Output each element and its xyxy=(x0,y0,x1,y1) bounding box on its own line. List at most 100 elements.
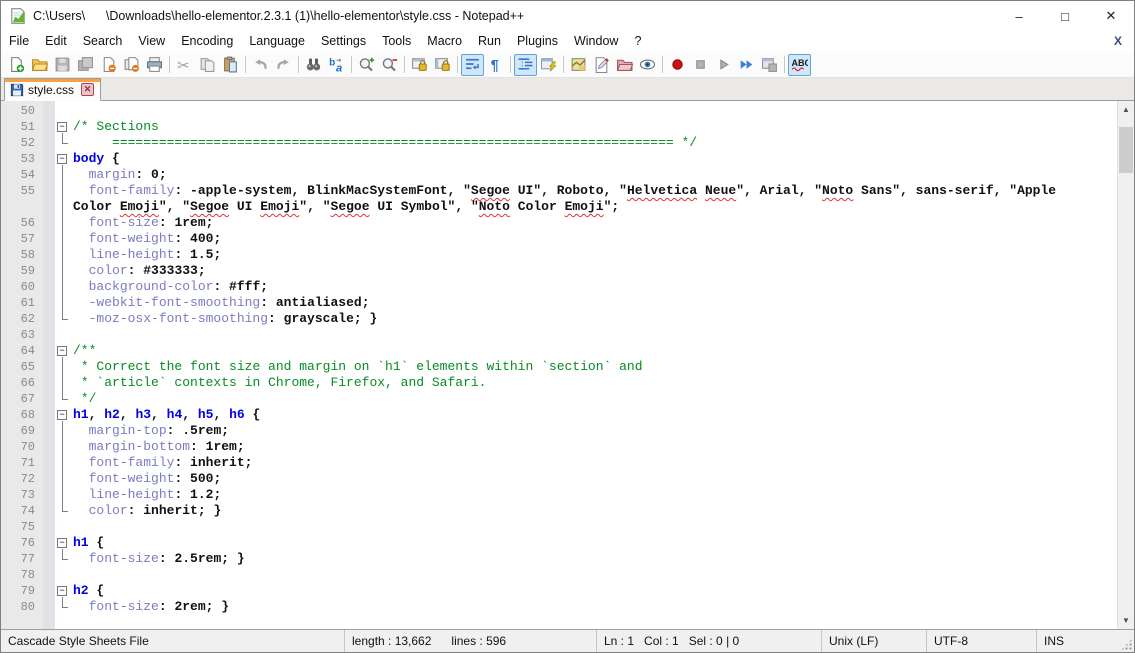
line-number[interactable]: 52 xyxy=(1,135,43,151)
tab-style-css[interactable]: style.css ✕ xyxy=(4,78,101,101)
new-file-button[interactable] xyxy=(5,54,28,76)
bookmark-margin[interactable] xyxy=(43,583,55,599)
line-number[interactable]: 71 xyxy=(1,455,43,471)
fold-margin[interactable]: − xyxy=(55,151,71,167)
code-line-text[interactable]: ========================================… xyxy=(71,135,1076,151)
bookmark-margin[interactable] xyxy=(43,311,55,327)
line-number[interactable]: 51 xyxy=(1,119,43,135)
menu-close-document-button[interactable]: X xyxy=(1106,31,1134,52)
line-number[interactable]: 78 xyxy=(1,567,43,583)
macro-stop-button[interactable] xyxy=(689,54,712,76)
menu-settings[interactable]: Settings xyxy=(313,31,374,52)
bookmark-margin[interactable] xyxy=(43,455,55,471)
menu-macro[interactable]: Macro xyxy=(419,31,470,52)
print-button[interactable] xyxy=(143,54,166,76)
line-number[interactable]: 62 xyxy=(1,311,43,327)
bookmark-margin[interactable] xyxy=(43,503,55,519)
line-number[interactable]: 58 xyxy=(1,247,43,263)
bookmark-margin[interactable] xyxy=(43,407,55,423)
code-line-text[interactable]: * `article` contexts in Chrome, Firefox,… xyxy=(71,375,1076,391)
vertical-scrollbar[interactable]: ▲ ▼ xyxy=(1117,101,1134,629)
bookmark-margin[interactable] xyxy=(43,519,55,535)
line-number[interactable]: 76 xyxy=(1,535,43,551)
code-line-text[interactable]: -webkit-font-smoothing: antialiased; xyxy=(71,295,1076,311)
sync-vertical-scrolling-button[interactable] xyxy=(408,54,431,76)
code-view[interactable]: 5051−/* Sections52 =====================… xyxy=(1,101,1117,629)
line-number[interactable]: 72 xyxy=(1,471,43,487)
folder-as-workspace-button[interactable] xyxy=(613,54,636,76)
line-number[interactable]: 53 xyxy=(1,151,43,167)
bookmark-margin[interactable] xyxy=(43,391,55,407)
status-encoding[interactable]: UTF-8 xyxy=(926,630,1036,652)
menu-view[interactable]: View xyxy=(130,31,173,52)
bookmark-margin[interactable] xyxy=(43,167,55,183)
line-number[interactable]: 64 xyxy=(1,343,43,359)
fold-toggle-icon[interactable]: − xyxy=(57,538,67,548)
bookmark-margin[interactable] xyxy=(43,215,55,231)
code-line-text[interactable]: h2 { xyxy=(71,583,1076,599)
line-number[interactable]: 55 xyxy=(1,183,43,215)
line-number[interactable]: 69 xyxy=(1,423,43,439)
line-number[interactable]: 54 xyxy=(1,167,43,183)
code-line-text[interactable]: margin-bottom: 1rem; xyxy=(71,439,1076,455)
bookmark-margin[interactable] xyxy=(43,183,55,215)
menu-file[interactable]: File xyxy=(1,31,37,52)
bookmark-margin[interactable] xyxy=(43,535,55,551)
macro-play-button[interactable] xyxy=(712,54,735,76)
paste-button[interactable] xyxy=(219,54,242,76)
code-line-text[interactable] xyxy=(71,327,1076,343)
code-line-text[interactable]: /** xyxy=(71,343,1076,359)
zoom-out-button[interactable] xyxy=(378,54,401,76)
code-line-text[interactable]: font-family: -apple-system, BlinkMacSyst… xyxy=(71,183,1076,215)
status-insert-mode[interactable]: INS xyxy=(1036,630,1134,652)
bookmark-margin[interactable] xyxy=(43,103,55,119)
bookmark-margin[interactable] xyxy=(43,375,55,391)
code-line-text[interactable]: color: inherit; } xyxy=(71,503,1076,519)
redo-button[interactable] xyxy=(272,54,295,76)
menu-help[interactable]: ? xyxy=(626,31,649,52)
menu-language[interactable]: Language xyxy=(241,31,313,52)
bookmark-margin[interactable] xyxy=(43,263,55,279)
spell-check-button[interactable]: ABC xyxy=(788,54,811,76)
function-list-button[interactable] xyxy=(590,54,613,76)
show-all-characters-button[interactable]: ¶ xyxy=(484,54,507,76)
line-number[interactable]: 74 xyxy=(1,503,43,519)
doc-switcher-button[interactable] xyxy=(537,54,560,76)
line-number[interactable]: 59 xyxy=(1,263,43,279)
code-line-text[interactable]: h1, h2, h3, h4, h5, h6 { xyxy=(71,407,1076,423)
scroll-up-arrow-icon[interactable]: ▲ xyxy=(1118,101,1134,118)
bookmark-margin[interactable] xyxy=(43,471,55,487)
bookmark-margin[interactable] xyxy=(43,119,55,135)
bookmark-margin[interactable] xyxy=(43,247,55,263)
fold-toggle-icon[interactable]: − xyxy=(57,586,67,596)
line-number[interactable]: 77 xyxy=(1,551,43,567)
fold-margin[interactable]: − xyxy=(55,407,71,423)
code-line-text[interactable]: line-height: 1.5; xyxy=(71,247,1076,263)
bookmark-margin[interactable] xyxy=(43,487,55,503)
line-number[interactable]: 61 xyxy=(1,295,43,311)
bookmark-margin[interactable] xyxy=(43,231,55,247)
macro-record-button[interactable] xyxy=(666,54,689,76)
bookmark-margin[interactable] xyxy=(43,343,55,359)
fold-margin[interactable]: − xyxy=(55,119,71,135)
line-number[interactable]: 50 xyxy=(1,103,43,119)
save-all-button[interactable] xyxy=(74,54,97,76)
code-line-text[interactable]: /* Sections xyxy=(71,119,1076,135)
code-line-text[interactable]: font-weight: 500; xyxy=(71,471,1076,487)
menu-window[interactable]: Window xyxy=(566,31,626,52)
menu-tools[interactable]: Tools xyxy=(374,31,419,52)
menu-edit[interactable]: Edit xyxy=(37,31,75,52)
line-number[interactable]: 66 xyxy=(1,375,43,391)
status-eol-format[interactable]: Unix (LF) xyxy=(821,630,926,652)
minimize-button[interactable]: – xyxy=(996,1,1042,31)
fold-toggle-icon[interactable]: − xyxy=(57,410,67,420)
code-line-text[interactable]: * Correct the font size and margin on `h… xyxy=(71,359,1076,375)
bookmark-margin[interactable] xyxy=(43,151,55,167)
code-line-text[interactable]: -moz-osx-font-smoothing: grayscale; } xyxy=(71,311,1076,327)
bookmark-margin[interactable] xyxy=(43,423,55,439)
bookmark-margin[interactable] xyxy=(43,279,55,295)
copy-button[interactable] xyxy=(196,54,219,76)
fold-margin[interactable]: − xyxy=(55,535,71,551)
code-line-text[interactable]: background-color: #fff; xyxy=(71,279,1076,295)
tab-close-icon[interactable]: ✕ xyxy=(81,83,94,96)
